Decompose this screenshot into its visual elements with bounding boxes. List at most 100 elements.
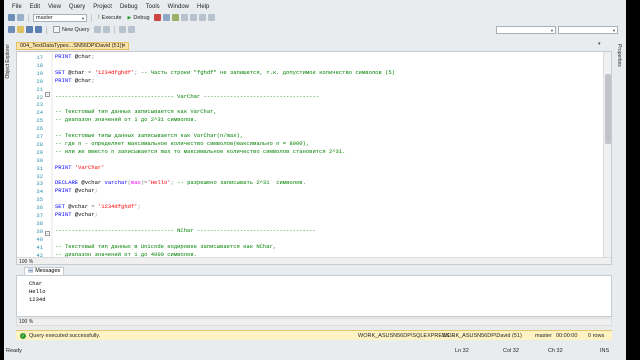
code-token: @char xyxy=(74,76,92,84)
menu-debug[interactable]: Debug xyxy=(116,4,142,10)
find-combo[interactable]: ▼ xyxy=(558,25,618,34)
menu-view[interactable]: View xyxy=(44,4,65,10)
new-query-label: New Query xyxy=(62,26,90,33)
code-line[interactable]: PRINT @vchar; xyxy=(55,187,98,195)
code-token: ; xyxy=(94,187,98,195)
code-token: @vchar xyxy=(81,179,105,187)
analysis-query-icon[interactable] xyxy=(102,26,110,33)
results-to-grid-icon[interactable] xyxy=(189,14,197,21)
login-name: WORK_ASUSN56DP\David (51) xyxy=(442,333,522,339)
parse-icon[interactable] xyxy=(162,14,170,21)
open-file-icon[interactable] xyxy=(17,26,24,33)
code-token: ; xyxy=(91,76,95,84)
code-token: -- Текстовые типы данных записывается ка… xyxy=(55,132,244,139)
change-connection-icon[interactable] xyxy=(17,14,24,21)
solution-config-select[interactable]: ▼ xyxy=(496,25,556,34)
database-select-value: master xyxy=(36,14,53,21)
close-icon[interactable]: ✕ xyxy=(122,43,126,49)
object-explorer-label: Object Explorer xyxy=(5,44,11,79)
database-engine-query-icon[interactable] xyxy=(93,26,101,33)
menu-query[interactable]: Query xyxy=(65,4,89,10)
properties-tab[interactable]: Properties xyxy=(614,40,624,80)
code-line[interactable]: -- Текстовый тип данных записывается как… xyxy=(55,108,217,116)
object-explorer-tab[interactable]: Object Explorer xyxy=(4,40,14,120)
line-number: 17 xyxy=(36,54,43,61)
code-token: SET xyxy=(55,203,69,211)
query-options-icon[interactable] xyxy=(180,14,188,21)
debug-button[interactable]: ▶ Debug xyxy=(126,15,152,21)
code-token: -- Часть строки "fghdf" не запишется, т.… xyxy=(140,68,395,76)
line-number: 30 xyxy=(36,156,43,164)
code-token: ; xyxy=(137,203,141,211)
code-line[interactable]: -- Текстовые типы данных записывается ка… xyxy=(55,132,243,140)
results-horizontal-scrollbar[interactable]: 100 % xyxy=(16,318,612,326)
code-token: 'Hello' xyxy=(147,179,171,187)
redo-icon[interactable] xyxy=(127,26,135,33)
collapse-icon[interactable]: − xyxy=(45,92,50,97)
code-token: = xyxy=(91,203,98,211)
code-line[interactable]: PRINT 'VarChar' xyxy=(55,164,105,172)
code-line[interactable]: -- Текстовый тип данных в Unicode кодиро… xyxy=(55,243,276,251)
elapsed-time: 00:00:00 xyxy=(556,333,578,339)
menu-window[interactable]: Window xyxy=(164,4,193,10)
code-line[interactable]: ------------------------------------ NCh… xyxy=(55,227,316,235)
database-select[interactable]: master ▼ xyxy=(33,13,87,22)
execute-button[interactable]: ! Execute xyxy=(96,15,124,21)
code-line[interactable]: DECLARE @vchar varchar(max)='Hello'; -- … xyxy=(55,179,306,187)
code-line[interactable]: -- или же вместо n записывается max то м… xyxy=(55,148,345,156)
code-line[interactable]: PRINT @vchar; xyxy=(55,211,98,219)
messages-pane[interactable]: Char Hello 1234d xyxy=(16,275,612,317)
menu-file[interactable]: File xyxy=(8,4,26,10)
line-number: 19 xyxy=(36,69,43,77)
messages-icon: ▤ xyxy=(28,268,34,274)
code-line[interactable]: -- диапазон значений от 1 до 2^31 символ… xyxy=(55,116,197,124)
save-icon[interactable] xyxy=(26,26,33,33)
row-count: 0 rows xyxy=(588,333,605,339)
editor-zoom-level[interactable]: 100 % xyxy=(19,259,33,264)
undo-icon[interactable] xyxy=(118,26,126,33)
line-number: 39 xyxy=(36,227,43,235)
new-project-icon[interactable] xyxy=(8,26,15,33)
tab-list-dropdown-icon[interactable]: ▾ xyxy=(598,41,601,47)
line-number: 36 xyxy=(36,204,43,212)
menu-project[interactable]: Project xyxy=(89,4,116,10)
document-tab[interactable]: 004_TextDataTypes...SN56DP\David (51)) ✕ xyxy=(16,42,129,50)
code-token: -- Текстовый тип данных записывается как… xyxy=(55,108,217,116)
editor-horizontal-scrollbar[interactable]: 100 % xyxy=(17,257,611,264)
cancel-query-icon[interactable] xyxy=(153,14,161,21)
indent-icon[interactable] xyxy=(207,14,215,21)
status-char: Ch 32 xyxy=(548,348,563,354)
editor-vertical-scrollbar[interactable] xyxy=(603,52,611,257)
scrollbar-thumb[interactable] xyxy=(605,74,611,144)
code-token: DECLARE xyxy=(55,179,82,187)
code-token: -- Текстовый тип данных в Unicode кодиро… xyxy=(55,242,277,250)
results-zoom-level[interactable]: 100 % xyxy=(19,319,33,325)
connect-icon[interactable] xyxy=(8,14,15,21)
menu-help[interactable]: Help xyxy=(193,4,213,10)
menu-edit[interactable]: Edit xyxy=(26,4,44,10)
line-number-gutter: 17 18 19 20 21 22 23 24 25 26 27 28 29 30 31 32 33 34 35 36… xyxy=(17,52,51,259)
code-token: @char xyxy=(74,53,92,60)
execute-icon: ! xyxy=(98,14,100,21)
save-all-icon[interactable] xyxy=(35,26,42,33)
code-token: PRINT xyxy=(55,53,75,60)
code-line[interactable]: PRINT @char; xyxy=(55,53,95,61)
code-area[interactable]: PRINT @char; SET @char = '1234dfghdf'; --… xyxy=(53,52,611,258)
code-line[interactable]: SET @char = '1234dfghdf'; -- Часть строк… xyxy=(55,69,395,77)
new-query-button[interactable]: New Query xyxy=(51,26,92,33)
code-token: @vchar xyxy=(74,187,95,195)
query-editor[interactable]: 17 18 19 20 21 22 23 24 25 26 27 28 29 30 31 32 33 34 35 36… xyxy=(16,51,612,265)
code-token: = xyxy=(88,68,95,76)
code-line[interactable]: PRINT @char; xyxy=(55,77,95,85)
menu-tools[interactable]: Tools xyxy=(142,4,164,10)
code-line[interactable]: SET @vchar = '1234dfghdf'; xyxy=(55,203,141,211)
code-token: 'VarChar' xyxy=(74,163,105,171)
code-line[interactable]: ------------------------------------ Var… xyxy=(55,93,319,101)
estimated-plan-icon[interactable] xyxy=(171,14,179,21)
collapse-icon[interactable]: − xyxy=(45,231,50,236)
line-number: 31 xyxy=(36,164,43,172)
code-line[interactable]: -- где n - определяет максимальное колич… xyxy=(55,140,309,148)
comment-icon[interactable] xyxy=(198,14,206,21)
code-token: PRINT xyxy=(55,187,75,195)
tab-messages[interactable]: ▤ Messages xyxy=(24,267,65,275)
